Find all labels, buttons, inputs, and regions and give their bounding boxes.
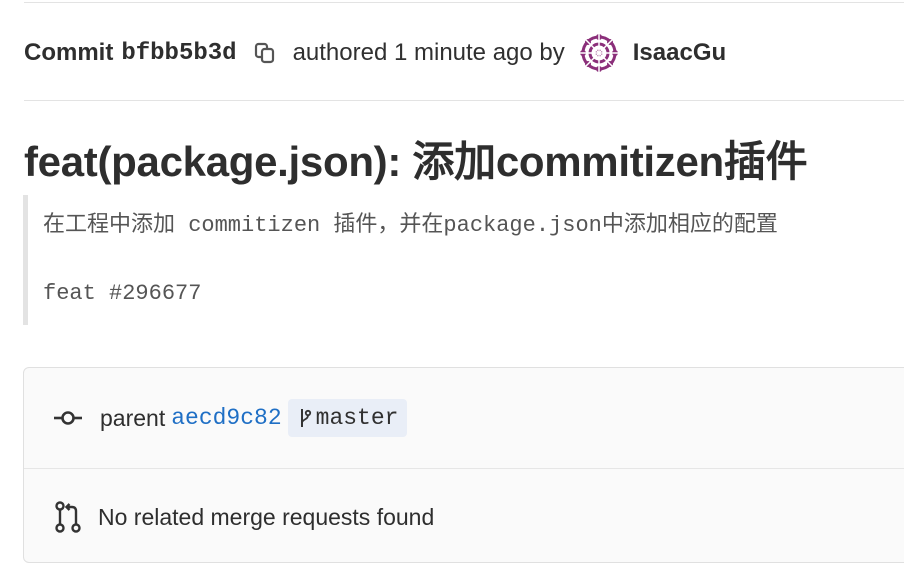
- branch-name: master: [315, 405, 399, 431]
- authored-text: authored 1 minute ago by: [292, 39, 565, 66]
- header-divider: [24, 100, 904, 101]
- avatar-identicon: [578, 33, 619, 73]
- description-line: feat #296677: [43, 281, 202, 306]
- author-avatar[interactable]: [578, 33, 619, 73]
- commit-info-box: parent aecd9c82 master No related merge …: [23, 367, 904, 563]
- author-link[interactable]: IsaacGu: [633, 39, 726, 67]
- top-divider: [24, 2, 904, 3]
- commit-title: feat(package.json): 添加commitizen插件: [24, 138, 808, 185]
- parent-sha-link[interactable]: aecd9c82: [171, 405, 281, 431]
- commit-icon: [52, 402, 84, 434]
- copy-sha-button[interactable]: [253, 41, 277, 65]
- commit-sha[interactable]: bfbb5b3d: [121, 40, 236, 67]
- merge-request-icon: [52, 501, 84, 533]
- commit-description: 在工程中添加 commitizen 插件，并在package.json中添加相应…: [23, 195, 883, 325]
- parent-row: parent aecd9c82 master: [24, 368, 904, 468]
- merge-requests-row: No related merge requests found: [24, 468, 904, 565]
- commit-header: Commit bfbb5b3d authored 1 minute ago by: [24, 33, 726, 73]
- copy-icon: [254, 42, 274, 64]
- branch-badge[interactable]: master: [287, 399, 408, 437]
- merge-requests-text: No related merge requests found: [98, 503, 435, 530]
- description-line: 在工程中添加 commitizen 插件，并在package.json中添加相应…: [43, 213, 778, 238]
- parent-label: parent: [100, 404, 166, 431]
- commit-label: Commit: [24, 39, 114, 66]
- branch-icon: [300, 409, 311, 427]
